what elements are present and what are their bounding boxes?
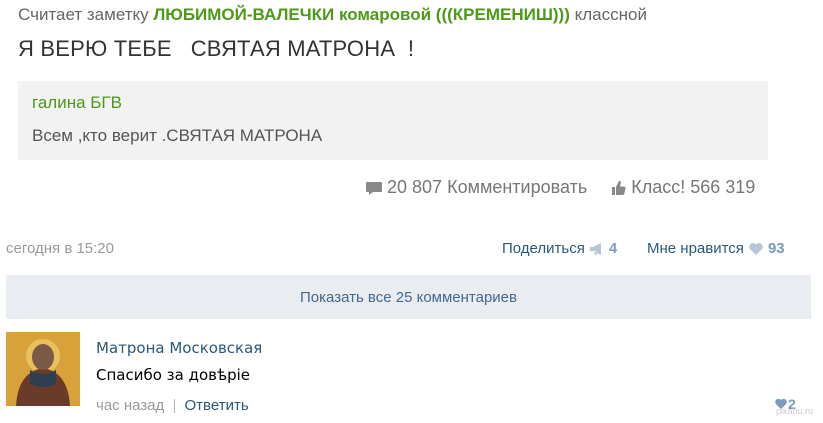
card-author-link[interactable]: ЛЮБИМОЙ-ВАЛЕЧКИ комаровой (((КРЕМЕНИШ)))	[153, 5, 570, 24]
share-count: 4	[608, 240, 618, 257]
card-actions: 20 807 Комментировать Класс! 566 319	[365, 177, 755, 198]
share-label: Поделиться	[502, 240, 585, 257]
megaphone-icon	[589, 242, 601, 255]
comment-button[interactable]: Комментировать	[447, 177, 587, 198]
post-date[interactable]: сегодня в 15:20	[6, 240, 114, 257]
show-all-comments-button[interactable]: Показать все 25 комментариев	[6, 275, 811, 319]
klass-button[interactable]: Класс!	[631, 177, 685, 198]
like-button[interactable]: Мне нравится 93	[647, 240, 785, 257]
heart-icon	[749, 242, 763, 255]
quote-text: Всем ,кто верит .СВЯТАЯ МАТРОНА	[32, 126, 323, 145]
card-header-line: Считает заметку ЛЮБИМОЙ-ВАЛЕЧКИ комарово…	[18, 5, 647, 25]
klass-thumb-icon	[612, 180, 626, 195]
reply-button[interactable]: Ответить	[185, 397, 249, 414]
comment-text: Спасибо за довѣріе	[96, 366, 250, 384]
comment-meta: час назад | Ответить	[96, 397, 249, 414]
note-headline: Я ВЕРЮ ТЕБЕ СВЯТАЯ МАТРОНА !	[18, 36, 415, 61]
share-button[interactable]: Поделиться 4	[502, 240, 617, 257]
comment-author-link[interactable]: Матрона Московская	[96, 339, 262, 357]
like-label: Мне нравится	[647, 240, 744, 257]
shared-note-card: Считает заметку ЛЮБИМОЙ-ВАЛЕЧКИ комарово…	[0, 0, 790, 225]
card-suffix: классной	[574, 5, 647, 24]
speech-bubble-icon	[366, 181, 382, 195]
watermark: pikabu.ru	[776, 406, 814, 416]
comments-count: 20 807	[387, 177, 443, 197]
icon-avatar-image	[6, 332, 80, 406]
meta-separator: |	[172, 397, 177, 414]
quote-author-link[interactable]: галина БГВ	[32, 93, 122, 113]
quoted-note: галина БГВ Всем ,кто верит .СВЯТАЯ МАТРО…	[18, 81, 768, 160]
like-count: 93	[767, 240, 785, 257]
avatar[interactable]	[6, 332, 80, 406]
card-prefix: Считает заметку	[18, 5, 149, 24]
comment-time[interactable]: час назад	[96, 397, 164, 414]
klass-count: 566 319	[690, 177, 756, 197]
